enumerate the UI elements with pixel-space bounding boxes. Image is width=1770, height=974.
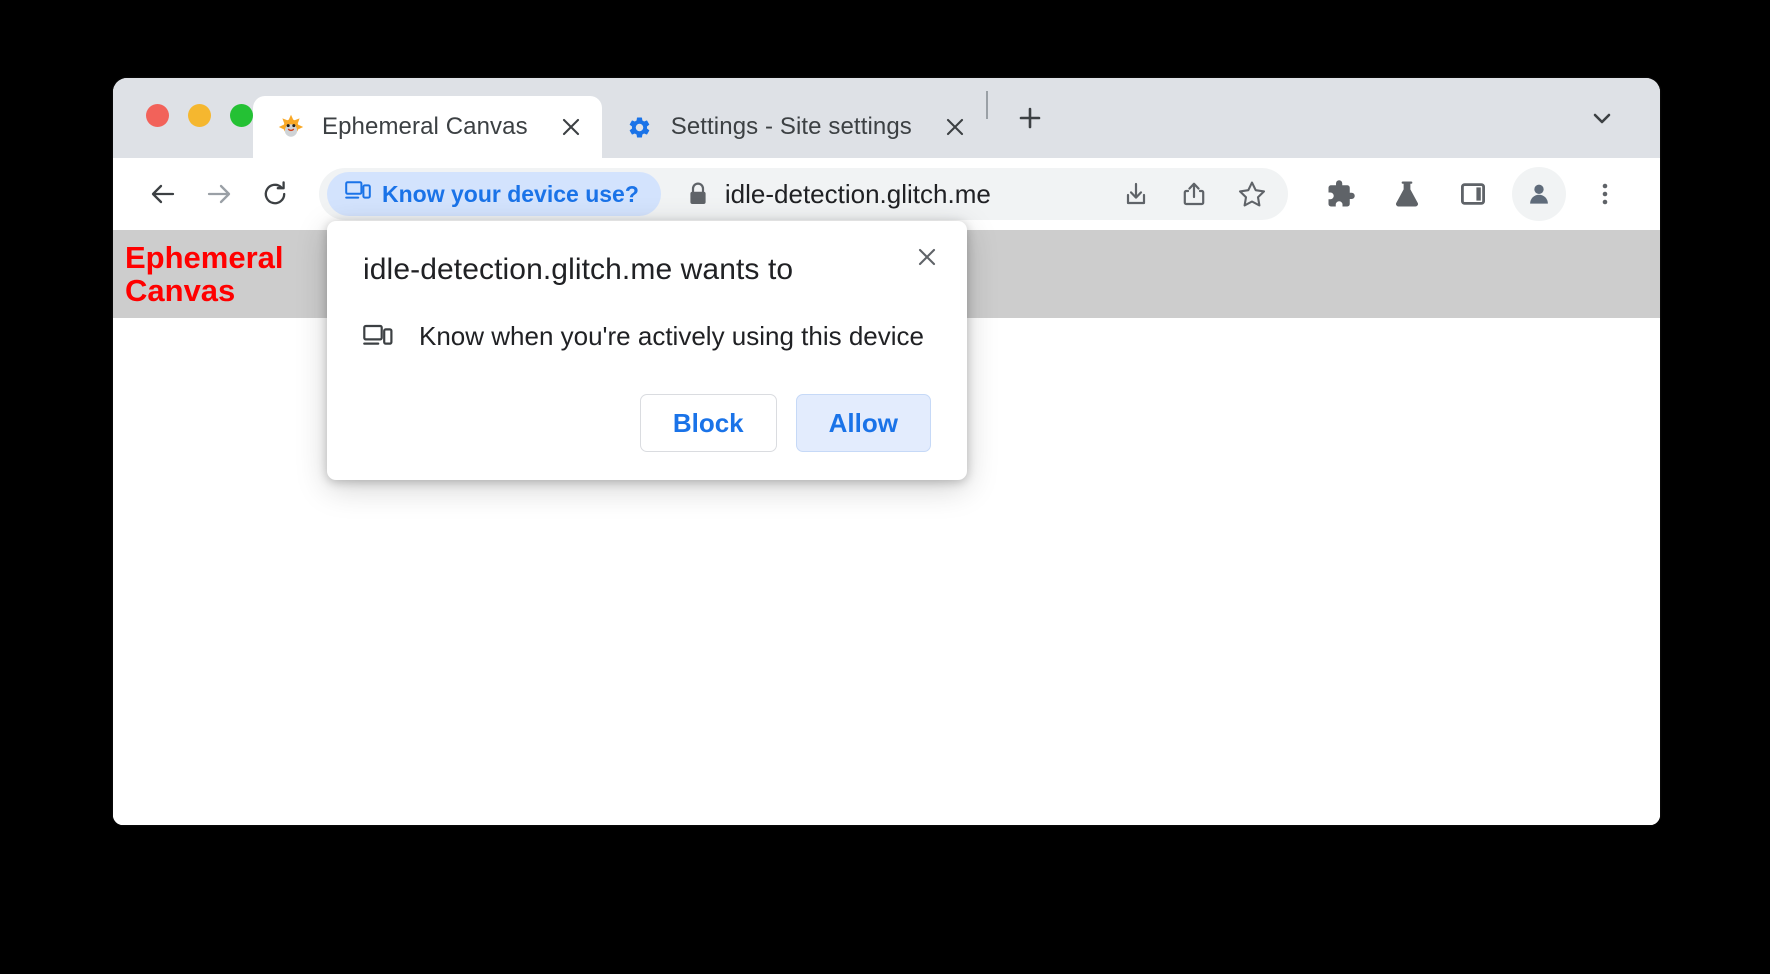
url-text[interactable]: idle-detection.glitch.me: [725, 179, 1104, 210]
window-traffic-lights: [113, 104, 253, 158]
back-button[interactable]: [135, 166, 191, 222]
lock-icon[interactable]: [687, 181, 709, 207]
download-icon[interactable]: [1110, 168, 1162, 220]
new-tab-button[interactable]: [1008, 96, 1052, 140]
tab-settings-site-settings[interactable]: Settings - Site settings: [602, 96, 986, 158]
block-button[interactable]: Block: [639, 393, 777, 452]
chevron-down-icon[interactable]: [1580, 96, 1624, 140]
side-panel-icon[interactable]: [1446, 167, 1500, 221]
toolbar-icon-group: [1288, 167, 1632, 221]
bookmark-star-icon[interactable]: [1226, 168, 1278, 220]
chip-label: Know your device use?: [382, 180, 639, 207]
address-bar[interactable]: Know your device use? idle-detection.gli…: [319, 168, 1288, 220]
device-use-permission-chip[interactable]: Know your device use?: [327, 172, 661, 216]
experiment-flask-icon[interactable]: [1380, 167, 1434, 221]
dialog-permission-text: Know when you're actively using this dev…: [419, 320, 925, 351]
allow-button[interactable]: Allow: [795, 393, 931, 452]
window-close-button[interactable]: [146, 104, 169, 127]
three-dot-menu-icon[interactable]: [1578, 167, 1632, 221]
tab-close-icon[interactable]: [556, 112, 586, 142]
extensions-puzzle-icon[interactable]: [1314, 167, 1368, 221]
pufferfish-icon: [277, 114, 304, 141]
screenshot-root: Ephemeral Canvas Settings - Site setting…: [0, 0, 1770, 974]
omnibox-actions: [1104, 168, 1278, 220]
window-minimize-button[interactable]: [188, 104, 211, 127]
browser-toolbar: Know your device use? idle-detection.gli…: [113, 158, 1660, 230]
gear-icon: [626, 114, 653, 141]
permission-dialog: idle-detection.glitch.me wants to Know w…: [327, 221, 967, 480]
dialog-title: idle-detection.glitch.me wants to: [363, 253, 794, 286]
forward-button[interactable]: [191, 166, 247, 222]
device-idle-icon: [345, 180, 371, 208]
tab-ephemeral-canvas[interactable]: Ephemeral Canvas: [253, 96, 602, 158]
close-icon[interactable]: [909, 239, 945, 275]
window-maximize-button[interactable]: [230, 104, 253, 127]
tab-title: Settings - Site settings: [670, 113, 912, 140]
page-title: Ephemeral Canvas: [125, 239, 284, 308]
tab-title: Ephemeral Canvas: [322, 113, 528, 140]
tab-strip: Ephemeral Canvas Settings - Site setting…: [113, 78, 1660, 158]
tab-separator: [985, 91, 988, 119]
dialog-permission-row: Know when you're actively using this dev…: [363, 321, 931, 352]
device-idle-icon: [363, 323, 393, 349]
tab-close-icon[interactable]: [940, 112, 970, 142]
reload-button[interactable]: [247, 166, 303, 222]
dialog-actions: Block Allow: [363, 393, 931, 452]
profile-avatar-icon[interactable]: [1512, 167, 1566, 221]
share-icon[interactable]: [1168, 168, 1220, 220]
